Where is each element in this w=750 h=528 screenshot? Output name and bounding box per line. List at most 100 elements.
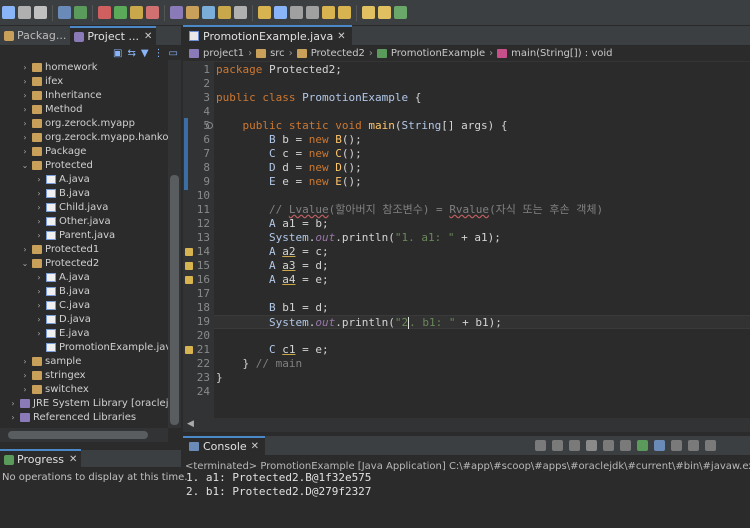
save-icon[interactable] [18,6,31,19]
expand-right-icon[interactable]: › [34,203,44,212]
forward-icon[interactable] [378,6,391,19]
code-line[interactable] [214,105,750,119]
code-line[interactable]: public static void main(String[] args) { [214,119,750,133]
explorer-vertical-scrollbar[interactable] [168,60,181,428]
expand-right-icon[interactable]: › [34,175,44,184]
expand-right-icon[interactable]: › [20,119,30,128]
code-line[interactable]: } [214,371,750,385]
tree-item[interactable]: › E.java [0,326,168,340]
maximize-icon[interactable] [705,440,716,451]
close-icon[interactable]: ✕ [144,31,152,42]
new-icon[interactable] [2,6,15,19]
remove-launch-icon[interactable] [552,440,563,451]
expand-right-icon[interactable]: › [20,385,30,394]
tree-item[interactable]: › D.java [0,312,168,326]
scroll-lock-icon[interactable] [603,440,614,451]
tree-item[interactable]: › sample [0,354,168,368]
scrollbar-thumb[interactable] [170,175,179,425]
code-line[interactable]: A a1 = b; [214,217,750,231]
tree-item[interactable]: › Package [0,144,168,158]
tree-item[interactable]: › Method [0,102,168,116]
new-package-icon[interactable] [186,6,199,19]
code-line[interactable] [214,329,750,343]
expand-right-icon[interactable]: › [20,371,30,380]
code-line[interactable]: A a4 = e; [214,273,750,287]
expand-right-icon[interactable]: › [34,287,44,296]
filter-icon[interactable]: ▼ [141,48,149,59]
breadcrumb-item[interactable]: main(String[]) : void [511,48,612,59]
display-console-icon[interactable] [654,440,665,451]
back-icon[interactable] [362,6,375,19]
prev-annotation-icon[interactable] [338,6,351,19]
close-icon[interactable]: ✕ [251,441,259,452]
collapse-all-icon[interactable]: ▣ [113,48,122,59]
explorer-horizontal-scrollbar[interactable] [0,428,168,442]
breadcrumb-item[interactable]: project1 [203,48,244,59]
expand-right-icon[interactable]: › [34,329,44,338]
expand-right-icon[interactable]: › [20,357,30,366]
console-icon[interactable] [58,6,71,19]
code-line[interactable]: A a2 = c; [214,245,750,259]
tree-item[interactable]: PromotionExample.java [0,340,168,354]
expand-right-icon[interactable]: › [8,399,18,408]
minimize-icon[interactable]: ▭ [169,48,178,59]
word-wrap-icon[interactable] [620,440,631,451]
expand-right-icon[interactable]: › [34,301,44,310]
terminate-icon[interactable] [535,440,546,451]
tree-item[interactable]: › JRE System Library [oraclejdk(1… [0,396,168,410]
annotation-icon[interactable] [258,6,271,19]
tree-item[interactable]: › homework [0,60,168,74]
tree-item[interactable]: ⌄ Protected2 [0,256,168,270]
link-with-editor-icon[interactable]: ⇆ [127,48,135,59]
minimize-icon[interactable] [688,440,699,451]
whitespace-icon[interactable] [306,6,319,19]
scroll-left-icon[interactable]: ◀ [187,419,194,429]
expand-right-icon[interactable]: › [34,231,44,240]
tree-item[interactable]: › Other.java [0,214,168,228]
word-wrap-icon[interactable] [290,6,303,19]
expand-right-icon[interactable]: › [8,413,18,422]
scrollbar-thumb[interactable] [8,431,148,439]
new-class-icon[interactable] [202,6,215,19]
tab-promotion-example[interactable]: PromotionExample.java ✕ [183,25,352,45]
expand-right-icon[interactable]: › [20,77,30,86]
next-annotation-icon[interactable] [322,6,335,19]
tab-project-explorer[interactable]: Project ... ✕ [70,25,157,46]
tree-item[interactable]: › C.java [0,298,168,312]
warning-icon[interactable] [185,276,193,284]
editor-horizontal-scrollbar[interactable]: ◀ [183,418,750,432]
code-line[interactable] [214,189,750,203]
tree-item[interactable]: › Parent.java [0,228,168,242]
tab-console[interactable]: Console ✕ [183,435,266,456]
expand-right-icon[interactable]: › [20,133,30,142]
tree-item[interactable]: › stringex [0,368,168,382]
breadcrumb-item[interactable]: src [270,48,285,59]
expand-right-icon[interactable]: › [20,245,30,254]
pin-icon[interactable] [394,6,407,19]
external-tools-icon[interactable] [146,6,159,19]
code-line[interactable] [214,77,750,91]
code-line[interactable]: // Lvalue(할아버지 참조변수) = Rvalue(자식 또는 후손 객… [214,203,750,217]
tab-progress[interactable]: Progress ✕ [0,448,82,469]
skip-breakpoints-icon[interactable] [74,6,87,19]
tree-item[interactable]: › Inheritance [0,88,168,102]
tree-item[interactable]: › B.java [0,284,168,298]
expand-right-icon[interactable]: › [34,315,44,324]
code-line[interactable]: E e = new E(); [214,175,750,189]
code-line[interactable]: C c = new C(); [214,147,750,161]
tree-item[interactable]: › A.java [0,172,168,186]
tree-item[interactable]: › switchex [0,382,168,396]
expand-right-icon[interactable]: › [20,147,30,156]
code-line[interactable]: D d = new D(); [214,161,750,175]
close-icon[interactable]: ✕ [337,31,345,42]
expand-right-icon[interactable]: › [20,91,30,100]
expand-right-icon[interactable]: › [34,189,44,198]
code-line[interactable]: A a3 = d; [214,259,750,273]
expand-right-icon[interactable]: › [20,63,30,72]
remove-all-icon[interactable] [569,440,580,451]
breadcrumb-item[interactable]: Protected2 [311,48,365,59]
close-icon[interactable]: ✕ [69,454,77,465]
pin-console-icon[interactable] [637,440,648,451]
expand-down-icon[interactable]: ⌄ [20,161,30,170]
clear-console-icon[interactable] [586,440,597,451]
